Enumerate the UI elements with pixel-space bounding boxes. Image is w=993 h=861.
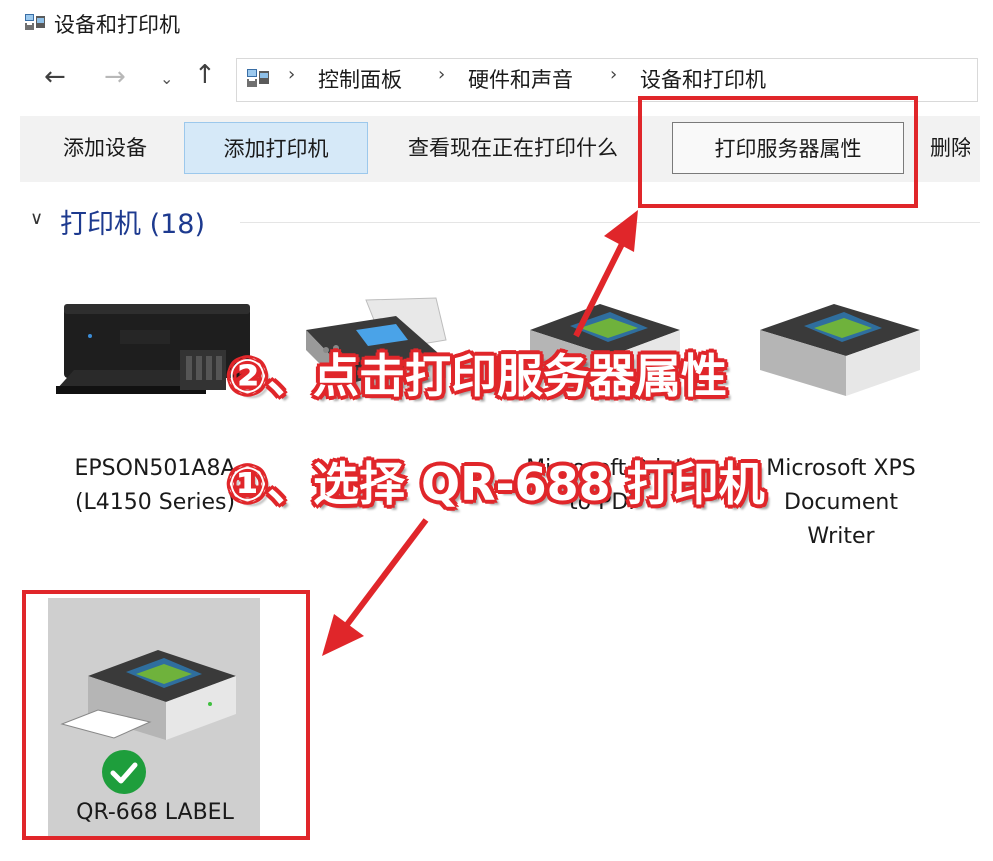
breadcrumb-control-panel[interactable]: 控制面板 [318, 64, 402, 94]
annotation-step1: ①、选择 QR-688 打印机 [228, 457, 765, 511]
back-button[interactable]: ← [44, 62, 66, 92]
chevron-down-icon[interactable]: ∨ [30, 208, 43, 229]
breadcrumb-devices-printers[interactable]: 设备和打印机 [640, 64, 766, 94]
printer-icon [760, 304, 920, 396]
devices-printers-icon [25, 14, 45, 30]
add-device-button[interactable]: 添加设备 [36, 122, 174, 174]
recent-locations-button[interactable]: ⌄ [160, 64, 173, 94]
breadcrumb-separator: › [610, 64, 618, 85]
group-divider [240, 222, 980, 223]
breadcrumb-separator: › [288, 64, 296, 85]
annotation-step2: ②、点击打印服务器属性 [228, 349, 727, 403]
forward-button[interactable]: → [104, 62, 126, 92]
see-whats-printing-button[interactable]: 查看现在正在打印什么 [378, 122, 648, 174]
remove-device-button[interactable]: 删除 [930, 122, 970, 174]
arrow-to-printer [343, 518, 429, 628]
window-title: 设备和打印机 [54, 13, 180, 37]
device-label: Writer [807, 524, 875, 549]
printers-group-header[interactable]: 打印机 (18) [60, 202, 205, 241]
breadcrumb-separator: › [438, 64, 446, 85]
device-xps-writer[interactable] [750, 290, 930, 410]
arrow-head-icon [322, 614, 364, 656]
add-printer-button[interactable]: 添加打印机 [184, 122, 368, 174]
up-button[interactable]: ↑ [194, 60, 216, 90]
control-panel-icon [247, 69, 269, 87]
highlight-box-server-props [638, 96, 918, 208]
arrow-head-icon [604, 210, 638, 252]
breadcrumb-hardware-sound[interactable]: 硬件和声音 [468, 64, 573, 94]
highlight-box-printer [22, 590, 310, 840]
